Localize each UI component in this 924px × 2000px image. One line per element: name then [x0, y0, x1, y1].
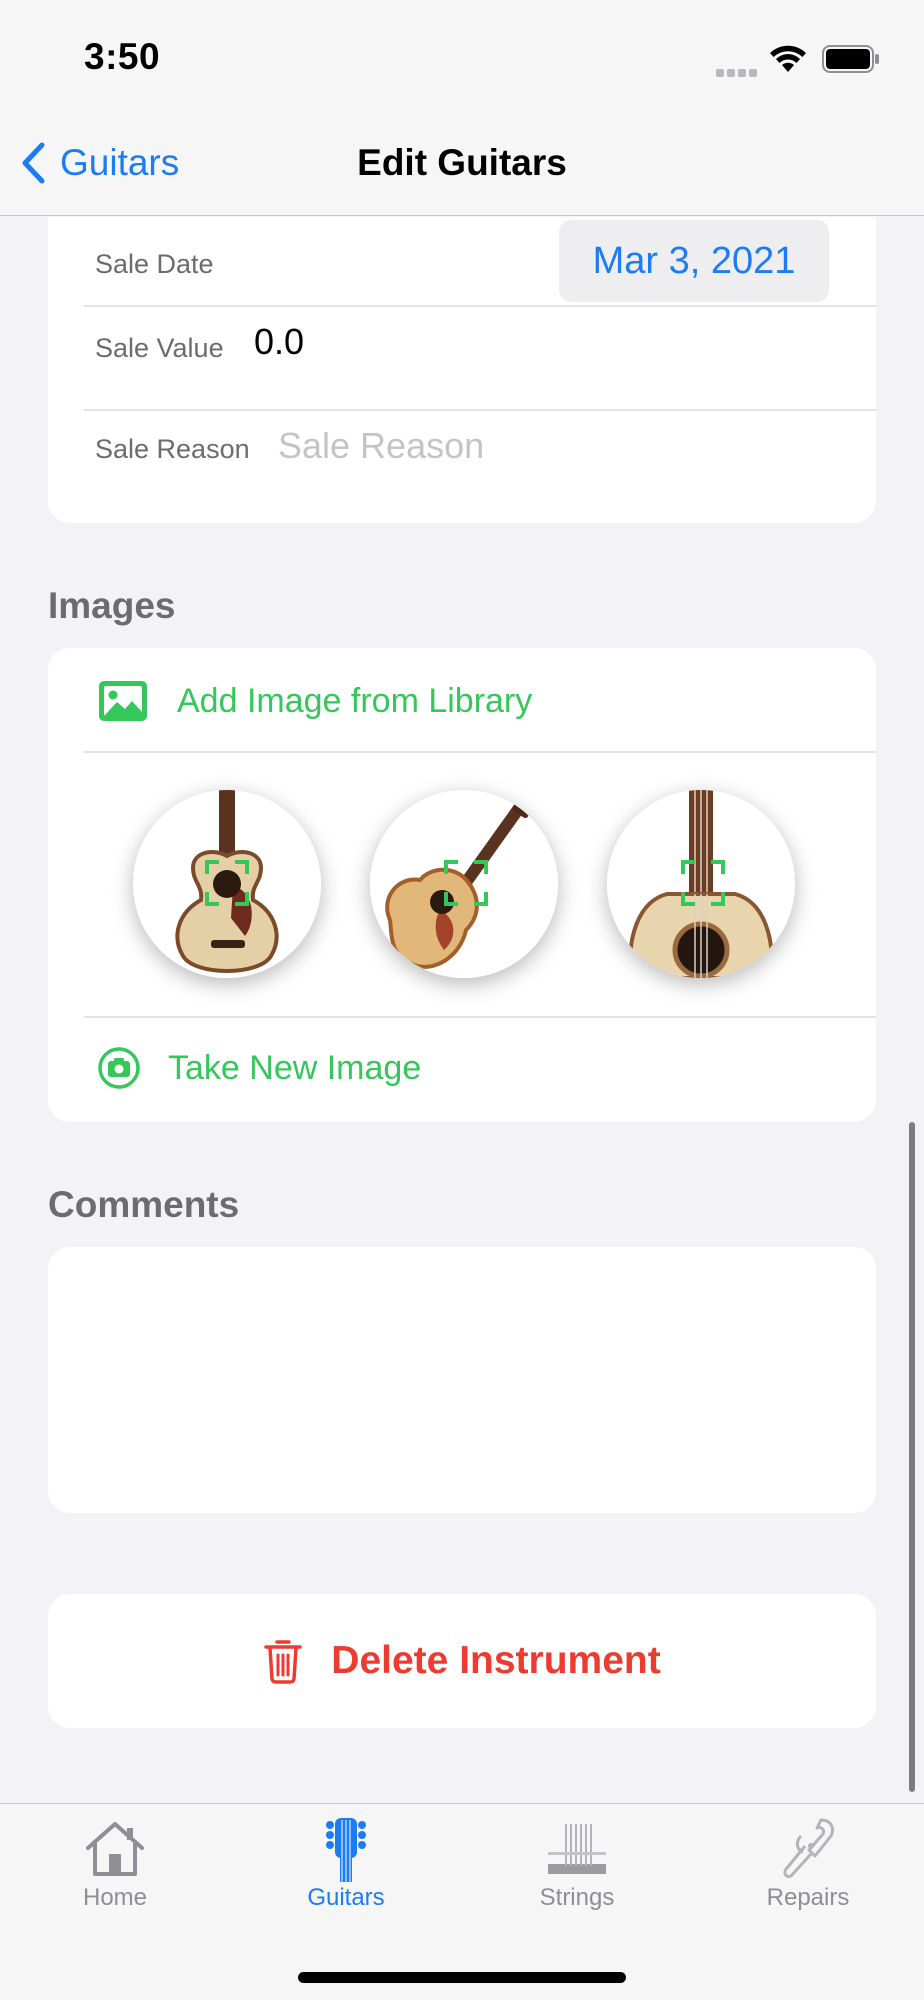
form-scroll-view[interactable]: Sale Date Mar 3, 2021 Sale Value 0.0 Sal…	[0, 217, 924, 1803]
images-section-header: Images	[48, 585, 176, 626]
strings-icon	[548, 1824, 606, 1874]
add-image-from-library-label: Add Image from Library	[177, 681, 533, 720]
home-indicator	[298, 1972, 626, 1983]
delete-instrument-button[interactable]: Delete Instrument	[48, 1594, 876, 1728]
sale-card: Sale Date Mar 3, 2021 Sale Value 0.0 Sal…	[48, 217, 876, 523]
divider	[84, 751, 876, 753]
guitar-image-thumbnail[interactable]	[370, 790, 558, 978]
photo-icon	[99, 681, 147, 721]
guitar-photo-3	[607, 790, 795, 978]
tab-home-label: Home	[82, 1884, 148, 1911]
tab-strings[interactable]: Strings	[487, 1816, 667, 1936]
divider	[84, 409, 876, 411]
camera-icon	[98, 1047, 140, 1089]
images-card: Add Image from Library Take New Image	[48, 648, 876, 1122]
sale-date-label: Sale Date	[95, 249, 214, 279]
tab-repairs[interactable]: Repairs	[718, 1816, 898, 1936]
sale-date-picker[interactable]: Mar 3, 2021	[559, 220, 829, 302]
divider	[84, 305, 876, 307]
tab-bar: Home Guitars Strings Repairs	[0, 1803, 924, 2000]
trash-icon	[264, 1640, 303, 1684]
navigation-bar: Guitars Edit Guitars	[0, 118, 924, 216]
comments-text-area[interactable]	[48, 1247, 876, 1513]
status-bar: 3:50	[0, 0, 924, 118]
tab-guitars-label: Guitars	[307, 1884, 385, 1911]
sale-reason-field[interactable]	[278, 421, 838, 471]
battery-icon	[822, 45, 879, 73]
scroll-indicator	[909, 1122, 915, 1792]
tab-guitars[interactable]: Guitars	[256, 1816, 436, 1936]
guitar-icon	[326, 1818, 366, 1882]
comments-section-header: Comments	[48, 1184, 240, 1225]
sale-value-field[interactable]: 0.0	[254, 321, 304, 363]
guitar-image-thumbnail[interactable]	[133, 790, 321, 978]
tab-repairs-label: Repairs	[766, 1884, 850, 1911]
cellular-signal-icon	[716, 64, 760, 77]
comments-card	[48, 1247, 876, 1513]
take-new-image-label: Take New Image	[168, 1048, 422, 1087]
take-new-image-button[interactable]: Take New Image	[48, 1038, 876, 1098]
add-image-from-library-button[interactable]: Add Image from Library	[48, 672, 876, 730]
status-time: 3:50	[84, 36, 161, 77]
tab-strings-label: Strings	[539, 1884, 615, 1911]
divider	[84, 1016, 876, 1018]
tab-home[interactable]: Home	[25, 1816, 205, 1936]
sale-reason-label: Sale Reason	[95, 434, 250, 464]
edit-guitars-screen: 3:50 Guitars Edit Guitars Sale Date Mar …	[0, 0, 924, 2000]
guitar-photo-1	[133, 790, 321, 978]
delete-instrument-label: Delete Instrument	[331, 1639, 661, 1682]
guitar-image-thumbnail[interactable]	[607, 790, 795, 978]
guitar-photo-2	[370, 790, 558, 978]
page-title: Edit Guitars	[357, 142, 567, 183]
wifi-icon	[770, 45, 806, 72]
house-icon	[86, 1822, 144, 1876]
repairs-icon	[783, 1818, 835, 1878]
sale-value-label: Sale Value	[95, 333, 224, 363]
